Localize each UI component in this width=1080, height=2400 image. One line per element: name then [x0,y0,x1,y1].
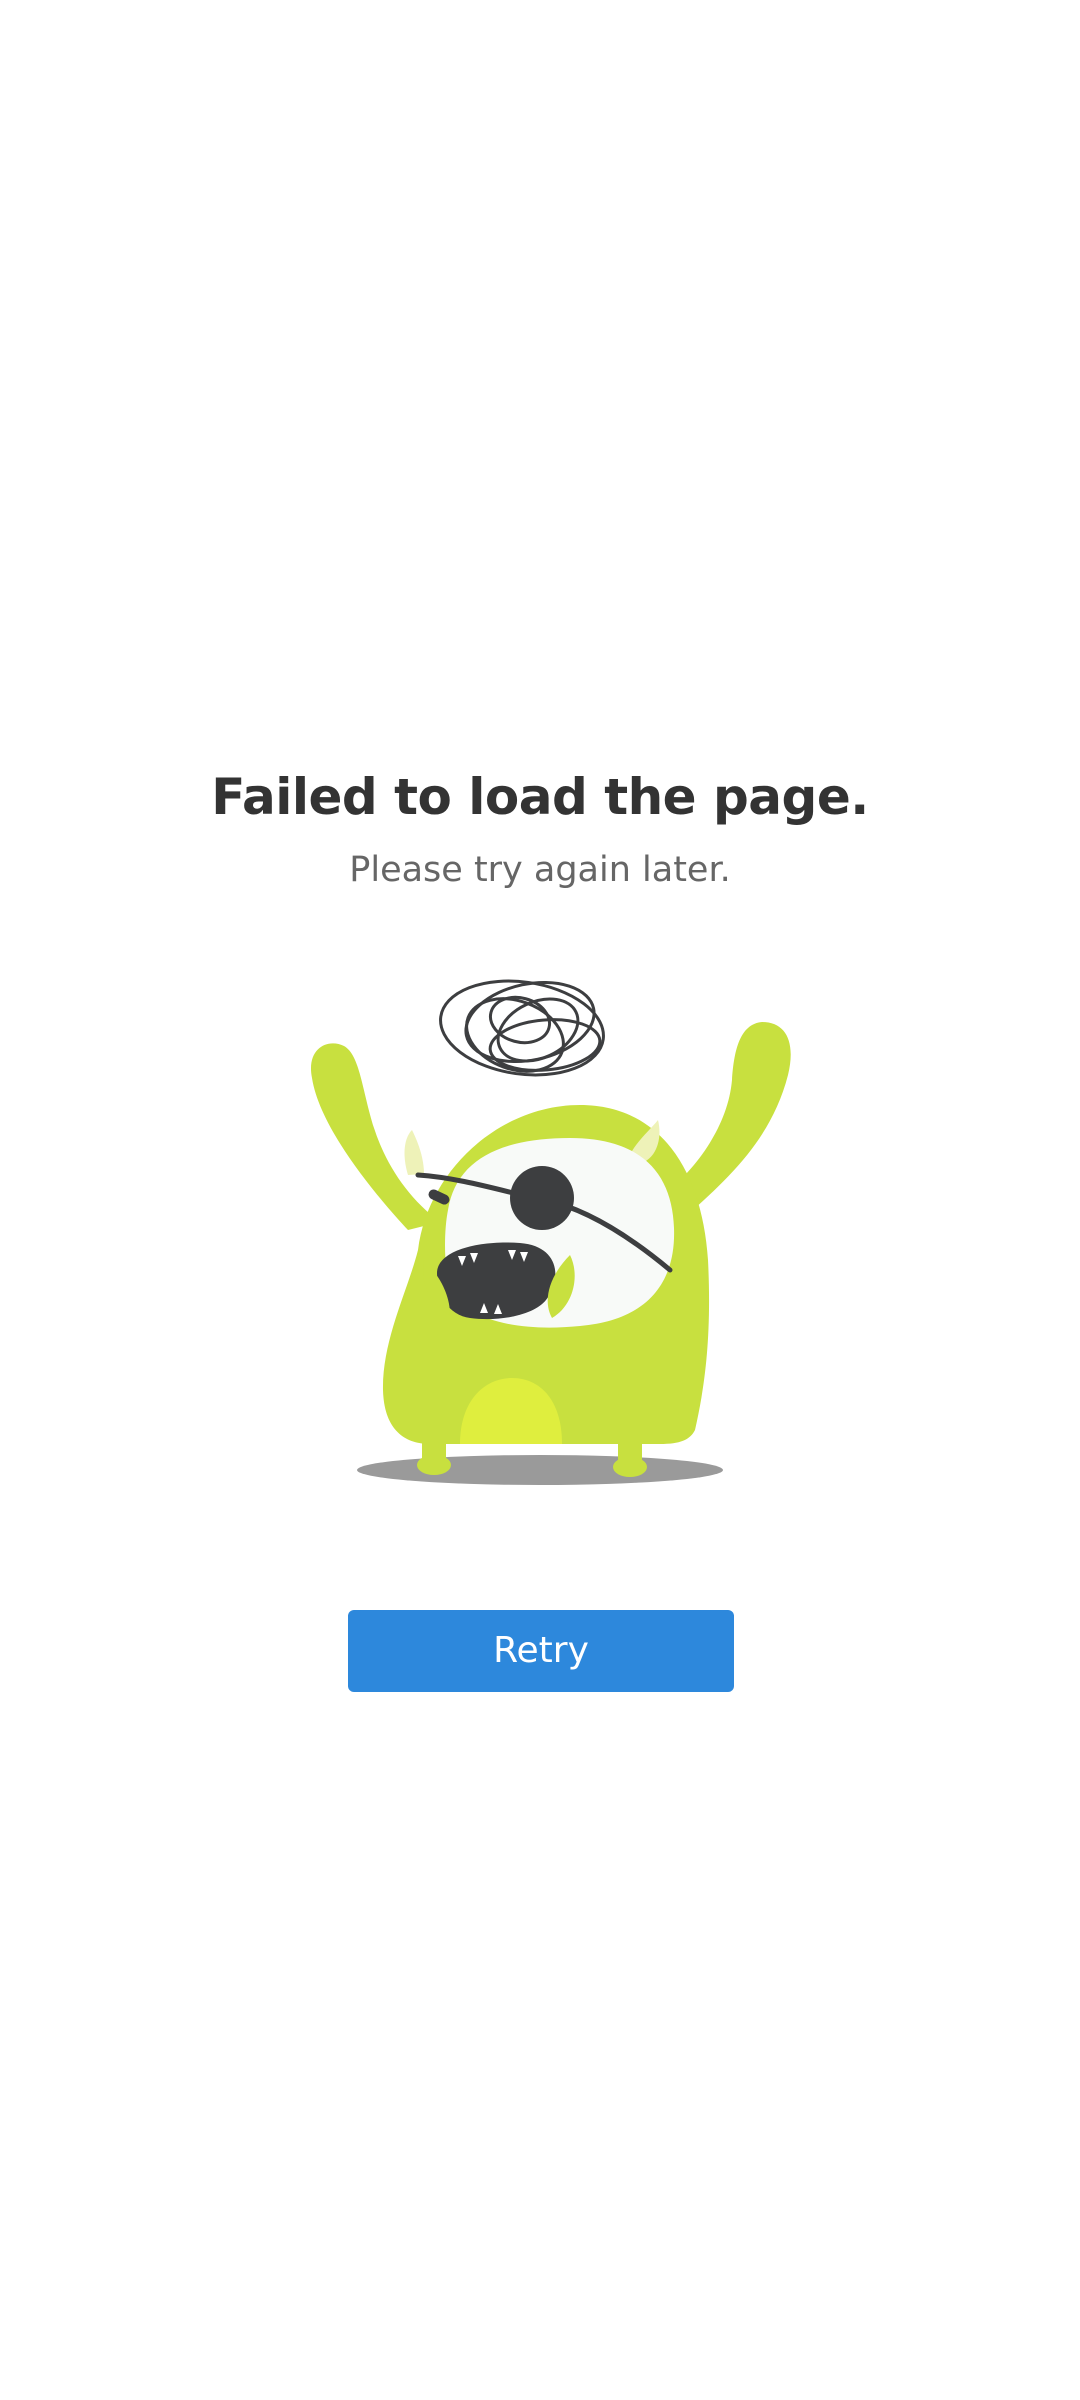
angry-one-eyed-monster-icon [310,979,791,1485]
retry-button[interactable]: Retry [348,1610,734,1692]
monster-left-horn [404,1130,424,1175]
eyepatch [510,1166,574,1230]
monster-shadow [357,1455,723,1485]
error-subtitle: Please try again later. [349,850,731,890]
frustration-scribble [439,979,605,1077]
error-title: Failed to load the page. [211,768,869,826]
monster-left-arm [310,1043,440,1230]
